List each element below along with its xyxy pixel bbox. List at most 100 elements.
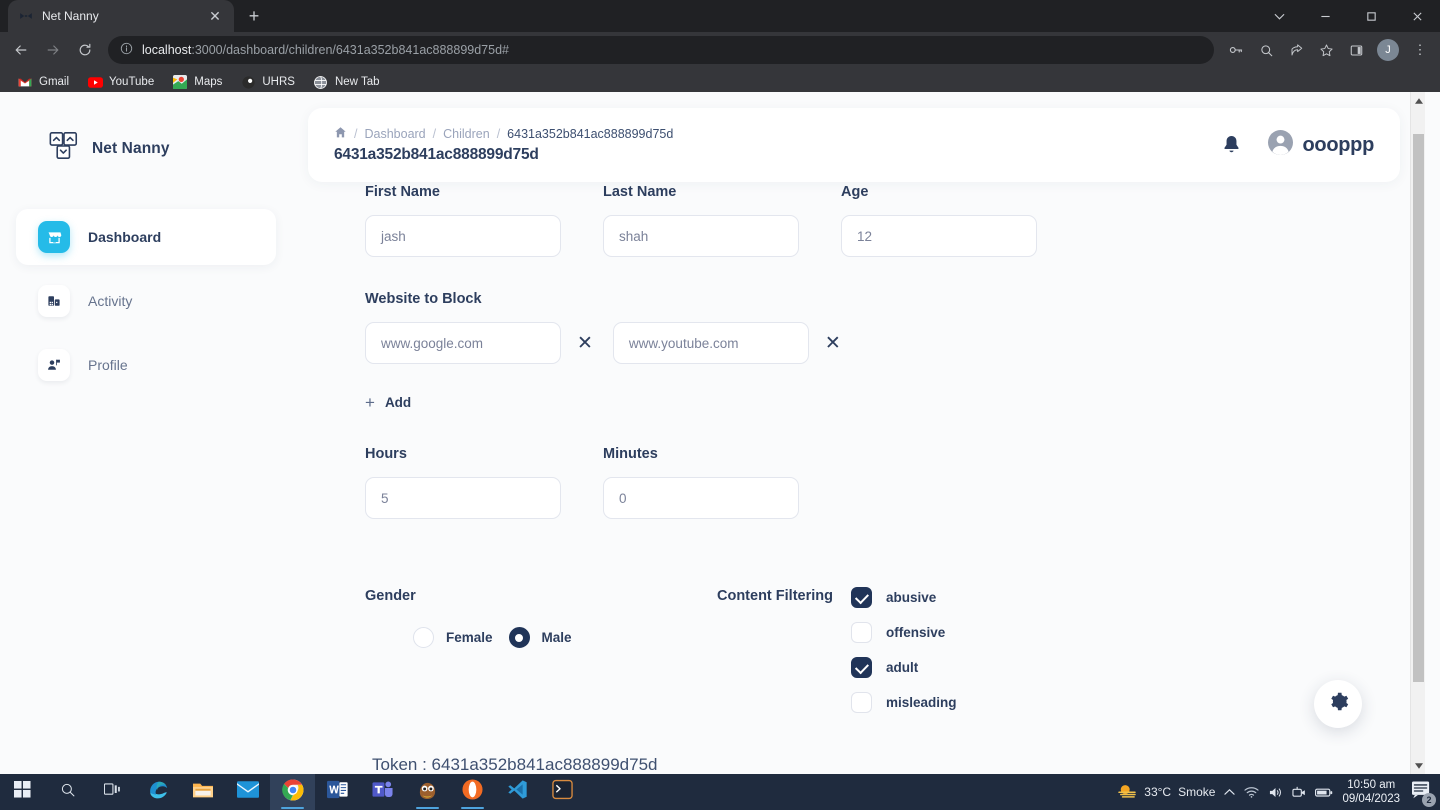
youtube-icon [87,74,103,90]
terminal-app[interactable] [540,774,585,810]
mail-app[interactable] [225,774,270,810]
forward-icon[interactable] [38,35,68,65]
settings-fab-button[interactable] [1314,680,1362,728]
filter-option-offensive[interactable]: offensive [851,622,957,643]
breadcrumb-dashboard[interactable]: Dashboard [364,127,425,141]
close-window-icon[interactable] [1394,0,1440,32]
hours-input[interactable]: 5 [365,477,561,519]
hours-label: Hours [365,446,407,462]
tray-expand-chevron-icon[interactable] [1224,788,1236,796]
search-icon[interactable] [1252,36,1280,64]
password-key-icon[interactable] [1222,36,1250,64]
chrome-menu-icon[interactable]: ⋮ [1406,36,1434,64]
bookmark-label: New Tab [334,76,380,88]
gender-option-female[interactable]: Female [413,627,493,648]
last-name-input[interactable]: shah [603,215,799,257]
filter-option-label: abusive [886,590,937,605]
first-name-input[interactable]: jash [365,215,561,257]
person-flag-icon [38,349,70,381]
scroll-up-arrow[interactable] [1411,92,1426,109]
opera-app[interactable] [450,774,495,810]
back-icon[interactable] [6,35,36,65]
gimp-app[interactable] [405,774,450,810]
weather-widget[interactable]: 33°C Smoke [1117,783,1215,802]
brand[interactable]: Net Nanny [0,92,292,167]
child-settings-form: First Name jash Last Name shah Age 12 We… [308,184,1400,774]
side-panel-icon[interactable] [1342,36,1370,64]
page-scrollbar[interactable] [1410,92,1425,774]
bookmark-new-tab[interactable]: New Tab [306,71,387,93]
remove-website-icon-1[interactable]: ✕ [577,334,593,353]
notification-count: 2 [1422,793,1436,807]
minimize-icon[interactable] [1302,0,1348,32]
checkbox-misleading[interactable] [851,692,872,713]
vscode-app[interactable] [495,774,540,810]
sidebar-item-dashboard[interactable]: Dashboard [16,209,276,265]
gender-option-label: Male [541,630,572,645]
site-info-icon[interactable] [120,42,133,58]
maximize-icon[interactable] [1348,0,1394,32]
gender-section: Gender Female Male [365,587,717,713]
bookmark-star-icon[interactable] [1312,36,1340,64]
minutes-label: Minutes [603,446,658,462]
sidebar-item-profile[interactable]: Profile [16,337,276,393]
website-entry: www.youtube.com ✕ [612,322,841,364]
chrome-app[interactable] [270,774,315,810]
checkbox-offensive[interactable] [851,622,872,643]
remove-website-icon-2[interactable]: ✕ [825,334,841,353]
wifi-icon[interactable] [1244,786,1259,798]
home-icon[interactable] [334,126,347,142]
brand-label: Net Nanny [92,139,170,157]
reload-icon[interactable] [70,35,100,65]
user-menu[interactable]: oooppp [1268,130,1374,160]
battery-icon[interactable] [1315,787,1333,798]
new-tab-button[interactable]: + [240,2,268,30]
age-input[interactable]: 12 [841,215,1037,257]
search-button[interactable] [45,774,90,810]
close-icon[interactable]: ✕ [206,9,224,23]
share-icon[interactable] [1282,36,1310,64]
filter-option-label: adult [886,660,919,675]
file-explorer-app[interactable] [180,774,225,810]
clock-widget[interactable]: 10:50 am 09/04/2023 [1342,778,1400,807]
hours-field: Hours 5 [365,446,561,519]
bookmark-maps[interactable]: Maps [165,71,229,93]
filter-option-adult[interactable]: adult [851,657,957,678]
scrollbar-thumb[interactable] [1413,134,1424,682]
gender-option-male[interactable]: Male [508,627,572,648]
weather-temp: 33°C [1144,785,1172,799]
filter-option-abusive[interactable]: abusive [851,587,957,608]
scroll-down-arrow[interactable] [1411,757,1426,774]
url-path: :3000/dashboard/children/6431a352b841ac8… [191,43,509,57]
bookmark-gmail[interactable]: Gmail [10,71,76,93]
breadcrumb-children[interactable]: Children [443,127,490,141]
task-view-icon [103,782,121,802]
address-bar[interactable]: localhost:3000/dashboard/children/6431a3… [108,36,1214,64]
sidebar-item-activity[interactable]: Activity [16,273,276,329]
bookmark-youtube[interactable]: YouTube [80,71,161,93]
start-button[interactable] [0,774,45,810]
bookmark-uhrs[interactable]: UHRS [233,71,302,93]
minutes-input[interactable]: 0 [603,477,799,519]
website-input-2[interactable]: www.youtube.com [612,322,809,364]
edge-app[interactable] [135,774,180,810]
radio-female[interactable] [413,627,434,648]
checkbox-abusive[interactable] [851,587,872,608]
filter-option-misleading[interactable]: misleading [851,692,957,713]
checkbox-adult[interactable] [851,657,872,678]
bell-icon[interactable] [1221,134,1242,156]
teams-app[interactable] [360,774,405,810]
task-view-button[interactable] [90,774,135,810]
profile-avatar[interactable]: J [1377,39,1399,61]
notification-center-button[interactable]: 2 [1411,780,1436,807]
netnanny-favicon [18,8,34,24]
word-app[interactable] [315,774,360,810]
browser-tab[interactable]: Net Nanny ✕ [8,0,234,32]
volume-icon[interactable] [1268,786,1283,799]
camera-icon[interactable] [1292,786,1306,799]
app-page: Net Nanny Dashboard Activity Profile / D… [0,92,1425,774]
add-website-button[interactable]: + Add [365,394,411,411]
radio-male[interactable] [508,627,530,648]
website-input-1[interactable]: www.google.com [365,322,561,364]
tab-search-icon[interactable] [1256,0,1302,32]
